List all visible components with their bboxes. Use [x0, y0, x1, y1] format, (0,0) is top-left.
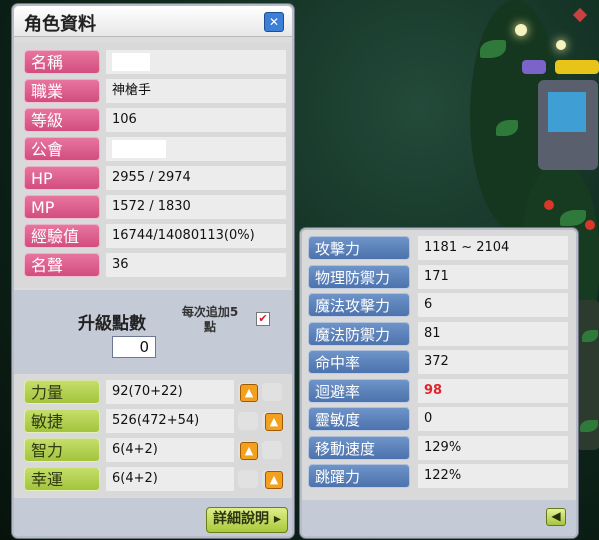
stat-row: 敏捷 526(472+54) ▲ — [24, 409, 286, 435]
detail-label: 物理防禦力 — [308, 264, 410, 289]
profile-label: 經驗值 — [24, 224, 100, 248]
arrow-up-icon[interactable]: ▲ — [265, 471, 283, 489]
stat-value: 526(472+54) — [106, 409, 234, 433]
character-info-window[interactable]: 角色資料 ✕ 名稱 職業 神槍手 等級 106 公會 HP 2955 / 2974 MP 1572… — [12, 4, 294, 538]
detail-button-label: 詳細說明 — [213, 511, 270, 527]
detail-value: 1181 ~ 2104 — [418, 236, 568, 260]
profile-value: 106 — [106, 108, 286, 132]
profile-label: 職業 — [24, 79, 100, 103]
up-slot — [238, 470, 258, 488]
window-titlebar[interactable]: 角色資料 ✕ — [14, 6, 292, 37]
profile-label: MP — [24, 195, 100, 219]
detail-row: 攻擊力 1181 ~ 2104 — [308, 236, 572, 262]
detail-row: 魔法攻擊力 6 — [308, 293, 572, 319]
stat-value: 92(70+22) — [106, 380, 234, 404]
close-icon[interactable]: ✕ — [264, 12, 284, 32]
profile-value: 神槍手 — [106, 79, 286, 103]
detail-row: 物理防禦力 171 — [308, 264, 572, 291]
detail-value: 372 — [418, 350, 568, 374]
profile-row: 職業 神槍手 — [24, 79, 286, 105]
detail-row: 魔法防禦力 81 — [308, 321, 572, 348]
detail-row: 靈敏度 0 — [308, 407, 572, 433]
profile-label: HP — [24, 166, 100, 190]
arrow-up-icon[interactable]: ▲ — [240, 384, 258, 402]
detail-value: 171 — [418, 264, 568, 289]
per-add-five-label: 每次追加5 點 — [181, 305, 239, 334]
profile-row: 經驗值 16744/14080113(0%) — [24, 224, 286, 250]
arrow-left-icon[interactable]: ◀ — [546, 508, 566, 526]
stat-label: 敏捷 — [24, 409, 100, 433]
up-slot — [262, 441, 282, 459]
detail-stats-window[interactable]: 攻擊力 1181 ~ 2104 物理防禦力 171 魔法攻擊力 6 魔法防禦力 81 命中率 37… — [300, 228, 578, 538]
detail-value: 98 — [418, 378, 568, 403]
detail-label: 魔法攻擊力 — [308, 293, 410, 317]
detail-row: 迴避率 98 — [308, 378, 572, 405]
detail-label: 移動速度 — [308, 435, 410, 460]
ability-points-label: 升級點數 — [78, 314, 146, 334]
stat-row: 智力 6(4+2) ▲ — [24, 438, 286, 464]
detail-button[interactable]: 詳細說明 ▸ — [206, 507, 288, 533]
arrow-up-icon[interactable]: ▲ — [240, 442, 258, 460]
detail-value: 0 — [418, 407, 568, 431]
profile-row: MP 1572 / 1830 — [24, 195, 286, 221]
detail-value: 6 — [418, 293, 568, 317]
profile-label: 公會 — [24, 137, 100, 161]
profile-section: 名稱 職業 神槍手 等級 106 公會 HP 2955 / 2974 MP 1572 / 1830… — [14, 42, 292, 288]
up-slot — [238, 412, 258, 430]
detail-footer — [302, 500, 576, 536]
profile-value: 2955 / 2974 — [106, 166, 286, 190]
profile-row: 公會 — [24, 137, 286, 163]
profile-row: HP 2955 / 2974 — [24, 166, 286, 192]
profile-value: 16744/14080113(0%) — [106, 224, 286, 248]
stat-label: 智力 — [24, 438, 100, 462]
detail-label: 命中率 — [308, 350, 410, 374]
stat-label: 力量 — [24, 380, 100, 404]
profile-value: 1572 / 1830 — [106, 195, 286, 219]
up-slot — [262, 383, 282, 401]
detail-label: 魔法防禦力 — [308, 321, 410, 346]
detail-row: 命中率 372 — [308, 350, 572, 376]
stat-value: 6(4+2) — [106, 438, 234, 462]
profile-row: 名聲 36 — [24, 253, 286, 279]
stats-section: 力量 92(70+22) ▲ 敏捷 526(472+54) ▲ 智力 6(4+2) ▲ 幸運 6(4… — [14, 374, 292, 498]
stat-label: 幸運 — [24, 467, 100, 491]
per-add-five-checkbox[interactable]: ✔ — [256, 312, 270, 326]
detail-value: 81 — [418, 321, 568, 346]
stat-value: 6(4+2) — [106, 467, 234, 491]
detail-section: 攻擊力 1181 ~ 2104 物理防禦力 171 魔法攻擊力 6 魔法防禦力 81 命中率 37… — [302, 230, 576, 500]
stat-row: 幸運 6(4+2) ▲ — [24, 467, 286, 493]
detail-label: 跳躍力 — [308, 464, 410, 488]
profile-row: 等級 106 — [24, 108, 286, 134]
detail-row: 跳躍力 122% — [308, 464, 572, 490]
detail-value: 122% — [418, 464, 568, 488]
redacted-value-box — [112, 140, 166, 158]
ability-points-value: 0 — [112, 336, 156, 358]
profile-value — [106, 50, 286, 74]
redacted-value-box — [112, 53, 150, 71]
detail-row: 移動速度 129% — [308, 435, 572, 462]
ability-point-section — [14, 290, 292, 374]
window-title: 角色資料 — [24, 14, 96, 35]
detail-value: 129% — [418, 435, 568, 460]
profile-label: 等級 — [24, 108, 100, 132]
detail-label: 迴避率 — [308, 378, 410, 403]
arrow-up-icon[interactable]: ▲ — [265, 413, 283, 431]
profile-value: 36 — [106, 253, 286, 277]
profile-value — [106, 137, 286, 161]
profile-label: 名聲 — [24, 253, 100, 277]
stat-row: 力量 92(70+22) ▲ — [24, 380, 286, 406]
profile-label: 名稱 — [24, 50, 100, 74]
detail-label: 靈敏度 — [308, 407, 410, 431]
detail-label: 攻擊力 — [308, 236, 410, 260]
profile-row: 名稱 — [24, 50, 286, 76]
